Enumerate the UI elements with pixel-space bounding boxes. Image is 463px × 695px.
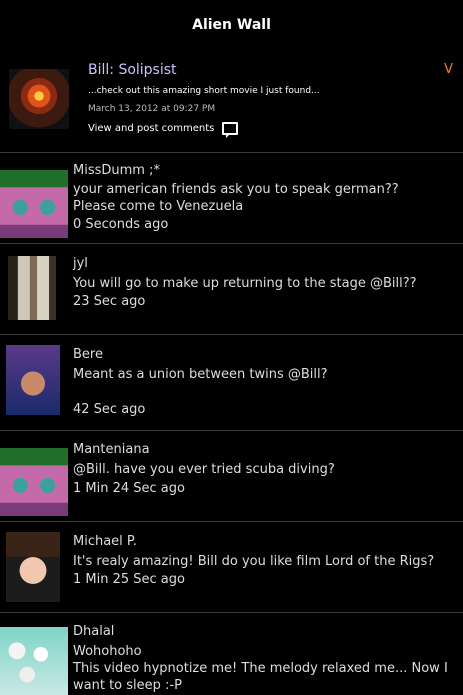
wall-post[interactable]: Bill: Solipsist V ...check out this amaz… xyxy=(0,52,463,146)
comment-icon xyxy=(222,122,239,138)
commenter-avatar[interactable] xyxy=(6,532,60,602)
comment-time: 42 Sec ago xyxy=(73,402,146,417)
commenter-name: Manteniana xyxy=(73,442,150,457)
comment-time: 0 Seconds ago xyxy=(73,217,169,232)
comment-item[interactable]: Bere Meant as a union between twins @Bil… xyxy=(0,334,463,430)
view-comments-link[interactable]: View and post comments xyxy=(88,122,239,138)
comment-item[interactable]: Michael P. It's realy amazing! Bill do y… xyxy=(0,521,463,612)
commenter-avatar[interactable] xyxy=(0,448,68,516)
commenter-name: jyl xyxy=(73,256,88,271)
commenter-name: Michael P. xyxy=(73,534,137,549)
comment-time: 1 Min 24 Sec ago xyxy=(73,481,185,496)
comment-text: your american friends ask you to speak g… xyxy=(73,182,399,214)
app-title: Alien Wall xyxy=(192,17,271,33)
comment-item[interactable]: jyl You will go to make up returning to … xyxy=(0,243,463,334)
post-date: March 13, 2012 at 09:27 PM xyxy=(88,104,216,114)
expand-toggle-icon[interactable]: V xyxy=(444,62,453,77)
comment-item[interactable]: Dhalal Wohohoho This video hypnotize me!… xyxy=(0,612,463,695)
commenter-name: MissDumm ;* xyxy=(73,163,160,178)
comment-text: @Bill. have you ever tried scuba diving? xyxy=(73,462,335,477)
post-author[interactable]: Bill: Solipsist xyxy=(88,62,177,78)
comment-text: Meant as a union between twins @Bill? xyxy=(73,367,328,382)
view-comments-label: View and post comments xyxy=(88,123,215,134)
commenter-avatar[interactable] xyxy=(0,170,68,238)
app-title-bar: Alien Wall xyxy=(0,0,463,50)
comment-item[interactable]: MissDumm ;* your american friends ask yo… xyxy=(0,152,463,243)
post-snippet: ...check out this amazing short movie I … xyxy=(88,86,320,96)
commenter-name: Dhalal xyxy=(73,624,115,639)
comment-time: 23 Sec ago xyxy=(73,294,146,309)
commenter-avatar[interactable] xyxy=(0,627,68,695)
commenter-name: Bere xyxy=(73,347,103,362)
author-avatar[interactable] xyxy=(9,69,69,129)
comment-text: You will go to make up returning to the … xyxy=(73,276,417,291)
commenter-avatar[interactable] xyxy=(6,345,60,415)
comment-text: It's realy amazing! Bill do you like fil… xyxy=(73,554,435,569)
comment-item[interactable]: Manteniana @Bill. have you ever tried sc… xyxy=(0,430,463,521)
comment-time: 1 Min 25 Sec ago xyxy=(73,572,185,587)
comment-text: Wohohoho This video hypnotize me! The me… xyxy=(73,644,448,693)
commenter-avatar[interactable] xyxy=(8,256,56,320)
